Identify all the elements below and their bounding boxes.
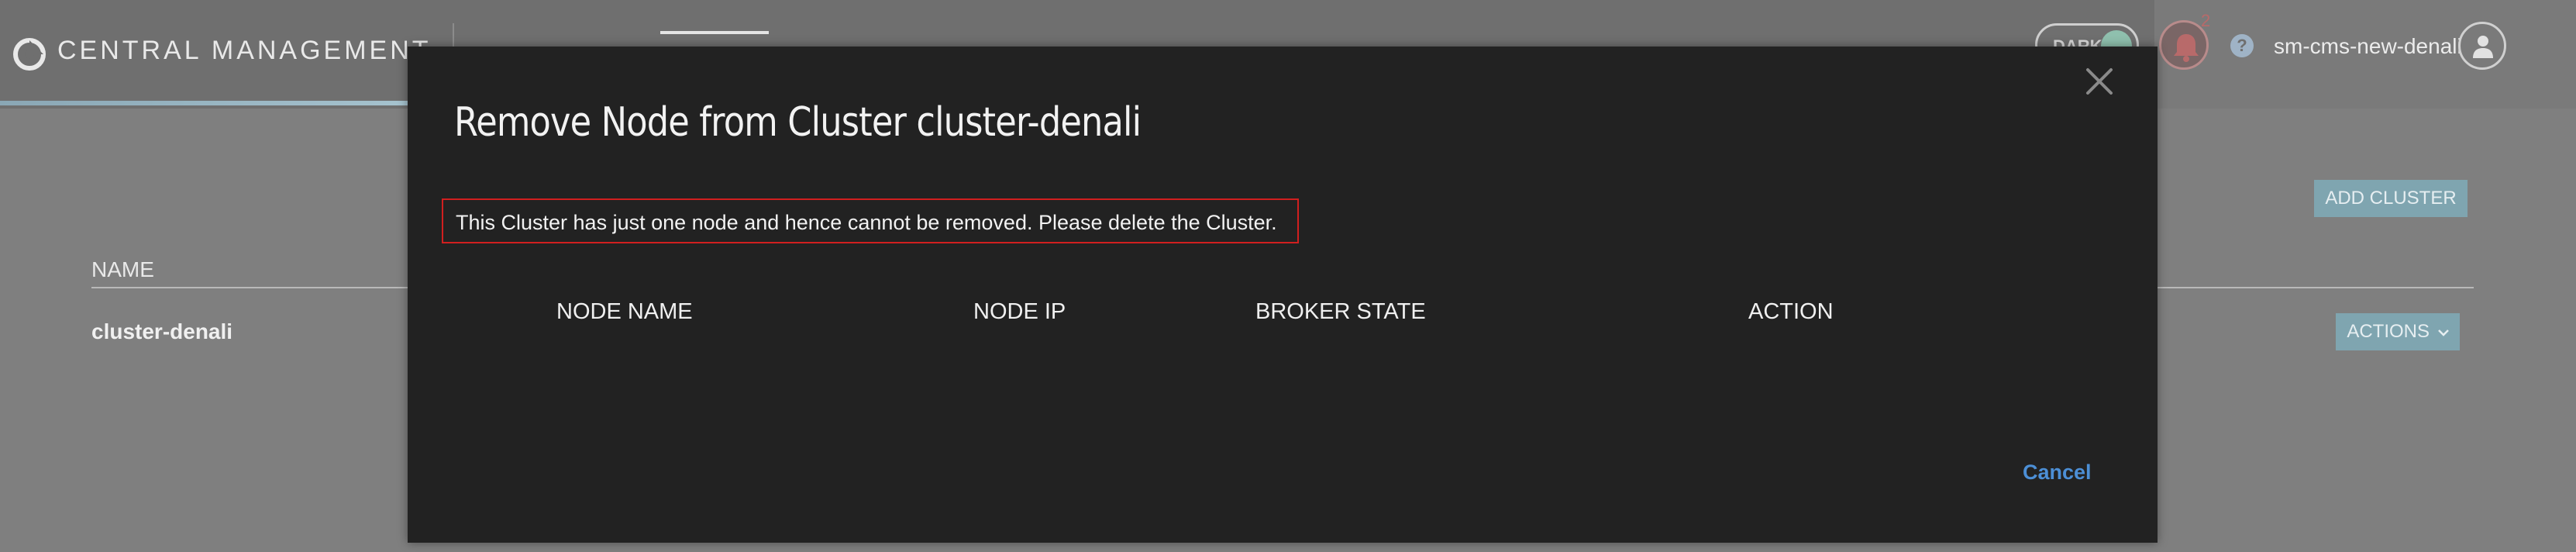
column-header-action: ACTION	[1748, 299, 1834, 324]
error-message: This Cluster has just one node and hence…	[456, 211, 1277, 234]
chevron-down-icon	[2437, 329, 2449, 336]
column-header-node-name: NODE NAME	[556, 299, 693, 324]
logo-icon	[13, 38, 46, 71]
bell-icon	[2174, 34, 2199, 62]
brand-name[interactable]: CENTRAL MANAGEMENT	[57, 36, 432, 66]
user-avatar-button[interactable]	[2458, 22, 2506, 70]
user-icon	[2473, 36, 2493, 58]
help-icon[interactable]: ?	[2230, 34, 2254, 57]
remove-node-dialog: Remove Node from Cluster cluster-denali …	[408, 47, 2158, 543]
column-header-node-ip: NODE IP	[973, 299, 1066, 324]
dialog-title: Remove Node from Cluster cluster-denali	[454, 99, 1142, 146]
loading-bar	[0, 101, 411, 105]
add-cluster-button[interactable]: ADD CLUSTER	[2314, 180, 2468, 217]
actions-label: ACTIONS	[2347, 321, 2430, 342]
column-header-broker-state: BROKER STATE	[1255, 299, 1426, 324]
username-label[interactable]: sm-cms-new-denali	[2274, 34, 2462, 59]
cluster-name-cell[interactable]: cluster-denali	[91, 319, 232, 344]
table-header-name: NAME	[91, 257, 154, 281]
cancel-button[interactable]: Cancel	[2023, 461, 2092, 485]
actions-dropdown-button[interactable]: ACTIONS	[2336, 313, 2460, 350]
error-alert: This Cluster has just one node and hence…	[442, 198, 1299, 243]
close-icon[interactable]	[2083, 65, 2116, 98]
active-tab-indicator	[660, 31, 769, 34]
notification-count-badge: 2	[2201, 11, 2211, 30]
page: CENTRAL MANAGEMENT DARK 2 ? sm-cms-new-d…	[0, 0, 2576, 552]
